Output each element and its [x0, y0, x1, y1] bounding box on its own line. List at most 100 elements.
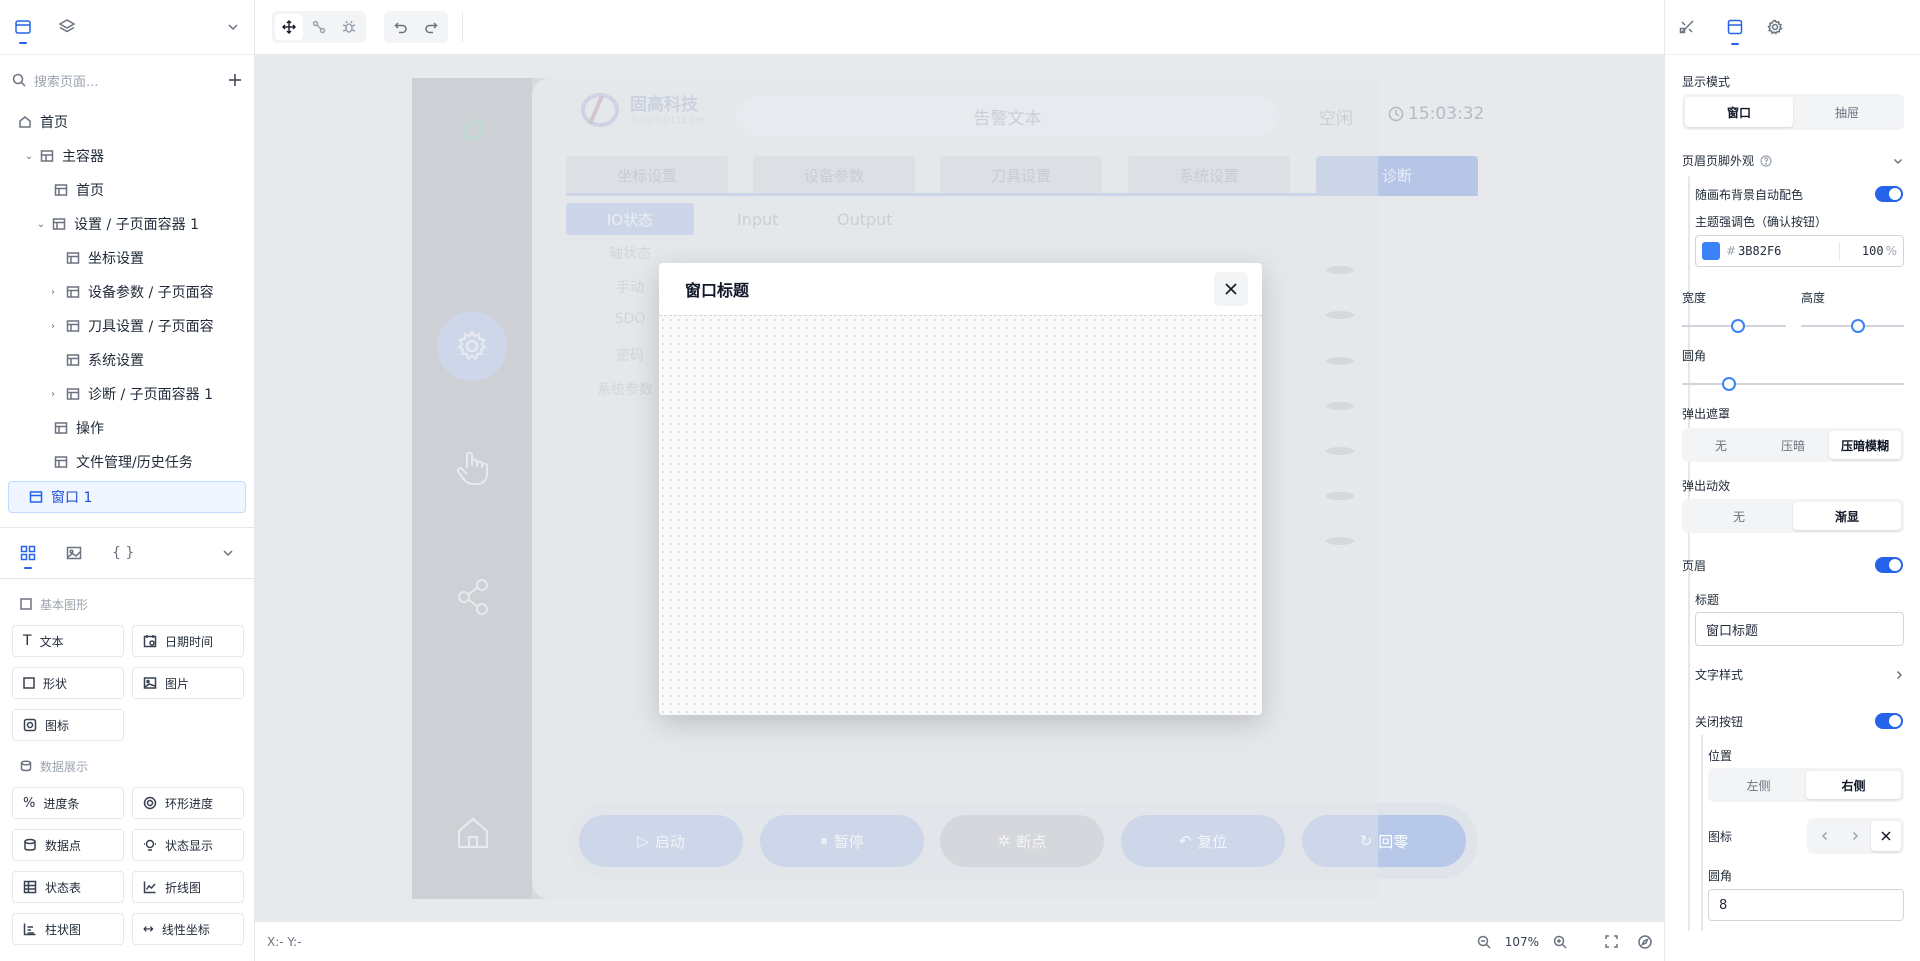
- position-left-option[interactable]: 左侧: [1711, 771, 1806, 799]
- chevron-down-icon[interactable]: ⌄: [34, 219, 48, 230]
- component-line-chart[interactable]: 折线图: [132, 871, 244, 903]
- tree-item-tool-settings[interactable]: › 刀具设置 / 子页面容: [0, 309, 254, 343]
- tree-item-window-1[interactable]: 窗口 1: [8, 481, 246, 513]
- component-linear-gauge[interactable]: ↔ 线性坐标: [132, 913, 244, 945]
- layout-icon[interactable]: [1726, 18, 1744, 45]
- corner-input-value[interactable]: 8: [1719, 898, 1727, 913]
- tree-item-coords[interactable]: 坐标设置: [0, 241, 254, 275]
- redo-button[interactable]: [417, 14, 445, 40]
- component-image[interactable]: 图片: [132, 667, 244, 699]
- modal-body[interactable]: [659, 315, 1262, 715]
- tree-item-label: 坐标设置: [88, 251, 144, 267]
- component-shape[interactable]: 形状: [12, 667, 124, 699]
- chevron-down-icon[interactable]: ⌄: [22, 151, 36, 162]
- chevron-left-icon[interactable]: [1810, 821, 1840, 851]
- chevron-down-icon[interactable]: [226, 20, 240, 34]
- debug-tool-button[interactable]: [335, 14, 363, 40]
- database-icon: [20, 760, 32, 772]
- chevron-right-icon[interactable]: ›: [46, 321, 60, 332]
- component-datapoint[interactable]: 数据点: [12, 829, 124, 861]
- auto-color-toggle[interactable]: [1875, 186, 1903, 202]
- tree-item-main-container[interactable]: ⌄ 主容器: [0, 139, 254, 173]
- component-status-table[interactable]: 状态表: [12, 871, 124, 903]
- height-label: 高度: [1801, 291, 1826, 305]
- width-slider-thumb[interactable]: [1731, 319, 1745, 333]
- code-icon[interactable]: { }: [112, 545, 134, 561]
- home-icon: [19, 116, 31, 128]
- component-bar-chart[interactable]: 柱状图: [12, 913, 124, 945]
- page-search: 搜索页面...: [0, 55, 254, 105]
- component-datetime[interactable]: 日期时间: [132, 625, 244, 657]
- components-icon[interactable]: [20, 545, 36, 569]
- clock: 15:03:32: [1388, 104, 1484, 124]
- close-icon[interactable]: [1870, 821, 1901, 851]
- fullscreen-icon[interactable]: [1605, 935, 1618, 948]
- modal-close-button[interactable]: [1214, 272, 1248, 306]
- tool-mode-group: [272, 11, 366, 43]
- mask-none-option[interactable]: 无: [1685, 431, 1757, 459]
- chevron-right-icon[interactable]: [1840, 821, 1870, 851]
- add-page-icon[interactable]: [228, 73, 242, 87]
- chevron-right-icon[interactable]: ›: [46, 287, 60, 298]
- accent-color-input[interactable]: # 3B82F6 100 %: [1695, 235, 1904, 267]
- title-input[interactable]: 窗口标题: [1695, 612, 1904, 646]
- icon-icon: [23, 718, 37, 732]
- search-input[interactable]: 搜索页面...: [34, 71, 220, 90]
- tree-item-label: 操作: [76, 421, 104, 437]
- tree-item-home[interactable]: 首页: [0, 105, 254, 139]
- tree-item-device-params[interactable]: › 设备参数 / 子页面容: [0, 275, 254, 309]
- section-data: 数据展示: [0, 745, 255, 787]
- undo-button[interactable]: [387, 14, 415, 40]
- tree-item-operation[interactable]: 操作: [0, 411, 254, 445]
- position-right-option[interactable]: 右侧: [1806, 771, 1901, 799]
- layers-icon[interactable]: [58, 18, 76, 36]
- pages-icon[interactable]: [14, 18, 32, 44]
- tree-item-system-settings[interactable]: 系统设置: [0, 343, 254, 377]
- radius-slider[interactable]: [1682, 383, 1904, 385]
- tree-item-file-management[interactable]: 文件管理/历史任务: [0, 445, 254, 479]
- mode-window-option[interactable]: 窗口: [1685, 97, 1793, 127]
- image-icon[interactable]: [66, 545, 82, 561]
- animation-toggle: 无 渐显: [1682, 499, 1904, 533]
- zoom-out-icon[interactable]: [1477, 935, 1491, 949]
- tree-item-diagnostics[interactable]: › 诊断 / 子页面容器 1: [0, 377, 254, 411]
- page-icon: [66, 388, 80, 400]
- close-button-toggle[interactable]: [1875, 713, 1903, 729]
- anim-none-option[interactable]: 无: [1685, 502, 1793, 530]
- component-icon[interactable]: 图标: [12, 709, 124, 741]
- chevron-down-icon[interactable]: [221, 546, 235, 560]
- component-tabs: { }: [0, 527, 255, 579]
- component-progress[interactable]: % 进度条: [12, 787, 124, 819]
- compass-icon[interactable]: [1638, 934, 1652, 949]
- gear-icon[interactable]: [1767, 19, 1783, 35]
- corner-input[interactable]: 8: [1708, 889, 1904, 921]
- tree-item-home-page[interactable]: 首页: [0, 173, 254, 207]
- tree-item-settings[interactable]: ⌄ 设置 / 子页面容器 1: [0, 207, 254, 241]
- title-input-value[interactable]: 窗口标题: [1706, 620, 1758, 639]
- container-icon: [40, 150, 54, 162]
- chevron-down-icon[interactable]: [1892, 155, 1904, 167]
- style-tools-icon[interactable]: [1679, 19, 1695, 35]
- header-toggle[interactable]: [1875, 557, 1903, 573]
- toolbar-divider: [462, 12, 463, 42]
- mask-dim-blur-option[interactable]: 压暗模糊: [1829, 431, 1901, 459]
- mode-drawer-option[interactable]: 抽屉: [1793, 97, 1901, 127]
- mask-dim-option[interactable]: 压暗: [1757, 431, 1829, 459]
- component-status[interactable]: 状态显示: [132, 829, 244, 861]
- component-ring-progress[interactable]: 环形进度: [132, 787, 244, 819]
- radius-slider-thumb[interactable]: [1722, 377, 1736, 391]
- accent-hex-value[interactable]: 3B82F6: [1738, 244, 1781, 258]
- opacity-value[interactable]: 100: [1862, 244, 1884, 258]
- anim-fade-option[interactable]: 渐显: [1793, 502, 1901, 530]
- appearance-section[interactable]: 页眉页脚外观: [1682, 152, 1904, 169]
- text-style-row[interactable]: 文字样式: [1695, 666, 1904, 683]
- chevron-right-icon[interactable]: ›: [46, 389, 60, 400]
- component-text[interactable]: T 文本: [12, 625, 124, 657]
- line-chart-icon: [143, 881, 156, 894]
- zoom-in-icon[interactable]: [1553, 935, 1567, 949]
- move-tool-button[interactable]: [275, 14, 303, 40]
- height-slider-thumb[interactable]: [1851, 319, 1865, 333]
- connect-tool-button[interactable]: [305, 14, 333, 40]
- properties-panel: 显示模式 窗口 抽屉 页眉页脚外观 随画布背景自动配色 主题强调色（确认按钮） …: [1664, 0, 1920, 961]
- color-swatch[interactable]: [1702, 242, 1720, 260]
